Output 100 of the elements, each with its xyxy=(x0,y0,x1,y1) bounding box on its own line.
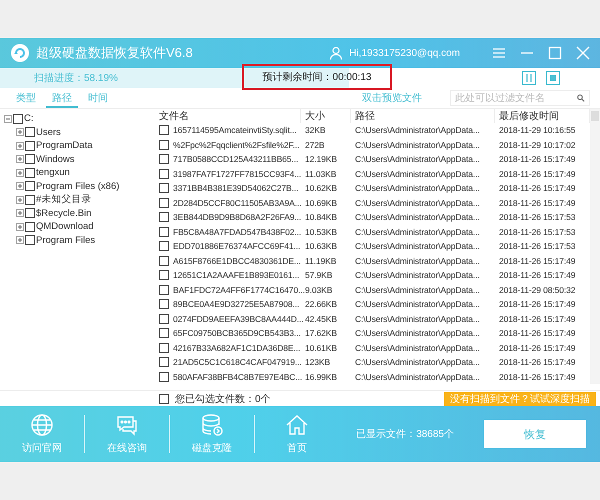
column-header[interactable]: 大小 xyxy=(301,109,351,123)
table-cell: 42167B33A682AF1C1DA36D8E... xyxy=(173,342,300,353)
folder-label[interactable]: $Recycle.Bin xyxy=(36,208,92,219)
checkbox[interactable] xyxy=(159,372,169,382)
remaining-time: 预计剩余时间：00:00:13 xyxy=(242,64,392,90)
table-cell: BAF1FDC72A4FF6F1774C16470... xyxy=(173,284,305,295)
expand-icon[interactable] xyxy=(16,182,24,190)
expand-icon[interactable] xyxy=(16,222,24,231)
checkbox[interactable] xyxy=(159,168,169,179)
table-cell-text: 2018-11-26 15:17:49 xyxy=(498,153,576,166)
table-cell-text: 32KB xyxy=(304,124,326,138)
table-cell-text: 123KB xyxy=(304,356,332,370)
checkbox[interactable] xyxy=(25,235,35,246)
checkbox[interactable] xyxy=(25,194,35,205)
checkbox[interactable] xyxy=(25,208,35,218)
table-cell-text: C:\Users\Administrator\AppData... xyxy=(354,182,481,196)
checkbox[interactable] xyxy=(159,342,169,353)
table-cell: A615F8766E1DBCC4830361DE... xyxy=(173,256,301,266)
table-cell-text: 2018-11-26 15:17:49 xyxy=(498,312,576,326)
folder-label[interactable]: ProgramData xyxy=(36,140,92,152)
checkbox[interactable] xyxy=(159,125,169,136)
table-cell-text: C:\Users\Administrator\AppData... xyxy=(354,342,481,355)
checkbox[interactable] xyxy=(159,183,169,194)
folder-label[interactable]: Windows xyxy=(36,154,75,165)
expand-icon[interactable] xyxy=(16,128,24,136)
table-cell-text: 12.19KB xyxy=(304,153,338,166)
table-cell: 31987FA7F1727FF7815CC93F4... xyxy=(173,168,302,179)
checkbox[interactable] xyxy=(159,284,169,295)
folder-label[interactable]: #未知父目录 xyxy=(36,193,92,206)
table-cell-text: C:\Users\Administrator\AppData... xyxy=(354,168,481,181)
table-cell-text: 16.99KB xyxy=(304,370,338,384)
expand-icon[interactable] xyxy=(16,155,24,164)
table-cell-text: 11.03KB xyxy=(304,168,338,181)
table-cell-text: 272B xyxy=(304,138,326,152)
table-cell-text: 10.69KB xyxy=(304,196,338,210)
table-cell-text: C:\Users\Administrator\AppData... xyxy=(354,254,481,268)
table-cell: 1657114595AmcateinvtiSty.sqlit... xyxy=(173,125,296,136)
column-header[interactable]: 路径 xyxy=(351,109,495,123)
checkbox[interactable] xyxy=(159,270,169,280)
checkbox[interactable] xyxy=(25,181,35,192)
table-cell-text: C:\Users\Administrator\AppData... xyxy=(354,284,481,297)
checkbox[interactable] xyxy=(159,328,169,338)
folder-label[interactable]: tengxun xyxy=(36,167,70,178)
table-cell-text: C:\Users\Administrator\AppData... xyxy=(354,153,481,166)
table-cell-text: 17.62KB xyxy=(304,327,338,340)
checkbox[interactable] xyxy=(159,154,169,164)
table-cell-text: 2018-11-26 15:17:49 xyxy=(498,269,576,282)
table-cell-text: C:\Users\Administrator\AppData... xyxy=(354,196,481,210)
window-title: 超级硬盘数据恢复软件V6.8 xyxy=(36,44,194,62)
checkbox[interactable] xyxy=(25,127,35,138)
checkbox[interactable] xyxy=(159,212,169,222)
stop-icon xyxy=(550,75,556,81)
table-cell: FB5C8A48A7FDAD547B438F02... xyxy=(173,226,302,237)
scrollbar[interactable] xyxy=(590,109,600,384)
table-cell-text: 2018-11-26 15:17:49 xyxy=(498,168,576,181)
checkbox[interactable] xyxy=(159,256,169,266)
expand-icon[interactable] xyxy=(16,209,24,218)
collapse-icon[interactable] xyxy=(4,114,12,123)
folder-label[interactable]: Users xyxy=(36,126,61,138)
table-cell: 21AD5C5C1C618C4CAF047919... xyxy=(173,357,302,368)
table-cell-text: 2018-11-26 15:17:49 xyxy=(498,298,576,312)
table-cell-text: 2018-11-26 15:17:53 xyxy=(498,240,576,254)
table-cell-text: C:\Users\Administrator\AppData... xyxy=(354,138,481,152)
expand-icon[interactable] xyxy=(16,168,24,177)
table-cell-text: C:\Users\Administrator\AppData... xyxy=(354,269,481,282)
table-cell-text: 2018-11-29 10:16:55 xyxy=(498,124,576,138)
expand-icon[interactable] xyxy=(16,142,24,150)
checkbox[interactable] xyxy=(25,154,35,164)
search-icon xyxy=(577,94,585,102)
folder-label[interactable]: Program Files (x86) xyxy=(36,180,120,192)
column-header[interactable]: 文件名 xyxy=(155,109,301,123)
checkbox[interactable] xyxy=(13,114,23,124)
database-icon xyxy=(200,413,224,437)
checkbox[interactable] xyxy=(25,222,35,232)
checkbox[interactable] xyxy=(25,168,35,178)
expand-icon[interactable] xyxy=(16,196,24,204)
table-cell-text: C:\Users\Administrator\AppData... xyxy=(354,226,481,239)
table-cell-text: 2018-11-29 10:17:02 xyxy=(498,138,576,152)
checkbox[interactable] xyxy=(159,314,169,324)
checkbox[interactable] xyxy=(25,140,35,151)
expand-icon[interactable] xyxy=(16,236,24,244)
table-cell-text: 2018-11-26 15:17:49 xyxy=(498,370,576,384)
table-cell-text: 2018-11-26 15:17:49 xyxy=(498,356,576,370)
checkbox[interactable] xyxy=(159,241,169,252)
table-cell: EDD701886E76374AFCC69F41... xyxy=(173,241,300,252)
pause-icon xyxy=(525,74,533,82)
folder-label[interactable]: QMDownload xyxy=(36,221,94,232)
table-cell-text: C:\Users\Administrator\AppData... xyxy=(354,211,481,224)
checkbox[interactable] xyxy=(159,394,169,404)
checkbox[interactable] xyxy=(159,357,169,368)
checkbox[interactable] xyxy=(159,198,169,208)
folder-label[interactable]: Program Files xyxy=(36,234,96,246)
table-cell-text: C:\Users\Administrator\AppData... xyxy=(354,312,481,326)
checkbox[interactable] xyxy=(159,140,169,150)
table-cell-text: C:\Users\Administrator\AppData... xyxy=(354,356,481,370)
checkbox[interactable] xyxy=(159,299,169,310)
checkbox[interactable] xyxy=(159,226,169,237)
table-cell-text: 22.66KB xyxy=(304,298,338,312)
folder-label[interactable]: C: xyxy=(24,113,34,124)
table-cell-text: 2018-11-26 15:17:49 xyxy=(498,254,576,268)
